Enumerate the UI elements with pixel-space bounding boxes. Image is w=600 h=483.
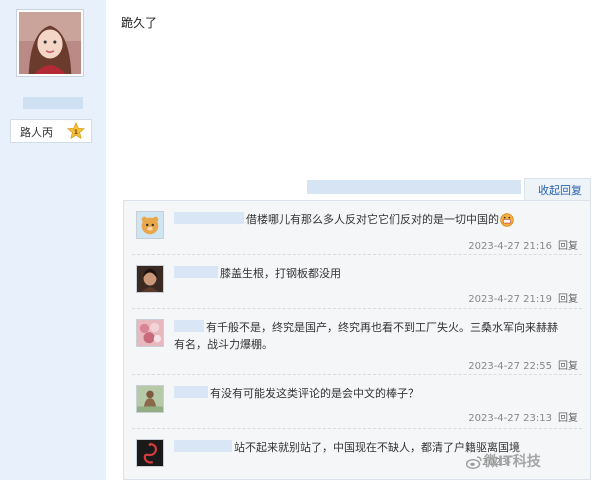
reply-link[interactable]: 回复	[558, 361, 578, 372]
comment-meta: 2023-4-27 21:19 回复	[468, 290, 578, 305]
comment-text-content: 借楼哪儿有那么多人反对它它们反对的是一切中国的	[246, 213, 499, 226]
replies-toolbar: 收起回复	[123, 178, 591, 200]
author-name-redacted	[23, 97, 83, 109]
star-badge-icon: 1	[66, 121, 86, 140]
reply-link[interactable]: 回复	[558, 294, 578, 305]
comment-item: 膝盖生根，打钢板都没用 2023-4-27 21:19 回复	[124, 255, 590, 309]
comment-time: 2023-4-27 23:13	[468, 413, 552, 424]
comment-meta: 2023-4-27 22:55 回复	[468, 357, 578, 372]
comment-text-line-1: 有千般不是，终究是国产，终究再也看不到工厂失火。三桑水军向来赫赫	[206, 321, 558, 334]
collapse-replies-link[interactable]: 收起回复	[538, 182, 582, 198]
comment-meta: 2023-4-27 21:16 回复	[468, 237, 578, 252]
rank-badge-number: 1	[74, 129, 78, 136]
commenter-name-redacted	[174, 440, 232, 452]
weibo-watermark: 微IT科技	[465, 451, 541, 471]
comment-text: 借楼哪儿有那么多人反对它它们反对的是一切中国的	[246, 211, 514, 228]
comment-text: 有没有可能发这类评论的是会中文的棒子？	[210, 387, 419, 400]
author-rank: 路人丙 1	[10, 119, 92, 143]
commenter-name-redacted	[174, 386, 208, 398]
comment-item: 有千般不是，终究是国产，终究再也看不到工厂失火。三桑水军向来赫赫 有名，战斗力爆…	[124, 309, 590, 375]
collapse-tab: 收起回复	[524, 178, 591, 200]
author-sidebar: 路人丙 1	[0, 0, 106, 480]
comment-meta: 2023-4-27 23:13 回复	[468, 409, 578, 424]
reply-link[interactable]: 回复	[558, 413, 578, 424]
comment-text: 膝盖生根，打钢板都没用	[220, 267, 341, 280]
weibo-logo-icon	[465, 455, 482, 470]
commenter-avatar[interactable]	[136, 265, 164, 293]
comment-time: 2023-4-27 21:19	[468, 294, 552, 305]
rank-label: 路人丙	[20, 126, 53, 139]
author-avatar[interactable]	[16, 9, 84, 77]
comment-list: 借楼哪儿有那么多人反对它它们反对的是一切中国的 2023-4-27 21:16 回…	[123, 200, 591, 480]
commenter-avatar[interactable]	[136, 439, 164, 467]
watermark-text: 微IT科技	[484, 454, 541, 470]
post-content: 跪久了	[121, 16, 158, 30]
commenter-name-redacted	[174, 212, 244, 224]
commenter-avatar[interactable]	[136, 385, 164, 413]
commenter-name-redacted	[174, 266, 218, 278]
replies-bar-redacted	[307, 180, 521, 194]
comment-item: 有没有可能发这类评论的是会中文的棒子？ 2023-4-27 23:13 回复	[124, 375, 590, 429]
commenter-name-redacted	[174, 320, 204, 332]
author-avatar-image	[19, 12, 81, 74]
emoji-icon	[500, 213, 514, 227]
commenter-avatar[interactable]	[136, 211, 164, 239]
comment-time: 2023-4-27 22:55	[468, 361, 552, 372]
comment-item: 借楼哪儿有那么多人反对它它们反对的是一切中国的 2023-4-27 21:16 回…	[124, 201, 590, 255]
comment-time: 2023-4-27 21:16	[468, 241, 552, 252]
commenter-avatar[interactable]	[136, 319, 164, 347]
comment-text-line-2: 有名，战斗力爆棚。	[174, 338, 273, 351]
comment-text: 有千般不是，终究是国产，终究再也看不到工厂失火。三桑水军向来赫赫 有名，战斗力爆…	[174, 319, 584, 353]
reply-link[interactable]: 回复	[558, 241, 578, 252]
